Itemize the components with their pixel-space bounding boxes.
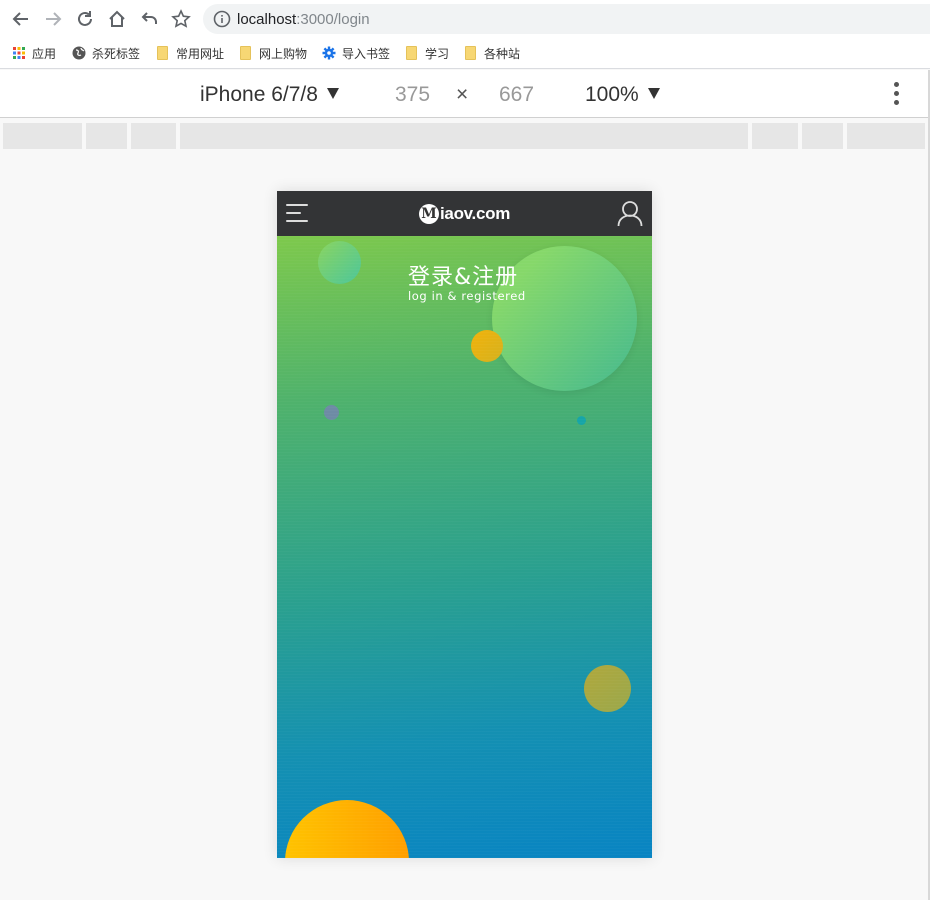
back-button[interactable]: [8, 6, 34, 32]
bookmark-common-sites[interactable]: 常用网址: [157, 42, 224, 64]
bookmark-import[interactable]: 导入书签: [322, 42, 390, 64]
logo-text: iaov.com: [440, 204, 511, 223]
media-query-segment[interactable]: [131, 123, 176, 149]
decorative-bubble: [471, 330, 503, 362]
bookmark-apps[interactable]: 应用: [12, 42, 56, 64]
bookmark-label: 常用网址: [176, 46, 225, 61]
reload-icon: [78, 11, 92, 26]
dropdown-caret-icon: [647, 88, 660, 99]
decorative-bubble: [318, 241, 361, 284]
height-input[interactable]: 667: [499, 83, 534, 107]
bookmark-various-sites[interactable]: 各种站: [465, 42, 520, 64]
decorative-bubble: [584, 665, 631, 712]
device-name: iPhone 6/7/8: [200, 83, 318, 106]
media-query-segment[interactable]: [847, 123, 925, 149]
bookmark-label: 网上购物: [259, 46, 308, 61]
star-icon: [171, 9, 191, 28]
apps-grid-icon: [13, 47, 25, 59]
forward-button[interactable]: [40, 6, 66, 32]
url-text: localhost:3000/login: [237, 11, 370, 28]
media-query-segment[interactable]: [3, 123, 82, 149]
media-query-segment[interactable]: [180, 123, 748, 149]
browser-toolbar: localhost:3000/login: [0, 0, 930, 38]
bookmark-label: 导入书签: [342, 46, 391, 61]
decorative-bubble: [492, 246, 637, 391]
folder-icon: [157, 46, 168, 60]
bookmark-shopping[interactable]: 网上购物: [240, 42, 307, 64]
address-bar[interactable]: localhost:3000/login: [203, 4, 930, 34]
page-subtitle: log in & registered: [408, 289, 526, 303]
dimension-separator: ×: [456, 83, 469, 106]
folder-icon: [465, 46, 476, 60]
media-query-segment[interactable]: [752, 123, 798, 149]
login-background: 登录&注册 log in & registered: [277, 236, 652, 858]
page-title: 登录&注册: [408, 265, 519, 290]
decorative-bubble: [285, 800, 409, 858]
globe-icon: [72, 46, 86, 60]
home-icon: [109, 10, 125, 27]
device-toolbar: iPhone 6/7/8 375 × 667 100%: [0, 70, 930, 118]
bookmark-label: 各种站: [484, 46, 521, 61]
media-query-bar: [0, 119, 930, 153]
undo-button[interactable]: [136, 6, 162, 32]
dropdown-caret-icon: [326, 88, 339, 99]
undo-icon: [141, 12, 157, 24]
bookmark-label: 应用: [32, 46, 57, 61]
zoom-value: 100%: [585, 83, 639, 106]
bookmark-label: 杀死标签: [92, 46, 141, 61]
media-query-segment[interactable]: [802, 123, 843, 149]
bookmark-star-button[interactable]: [168, 6, 194, 32]
app-header: M iaov.com: [277, 191, 652, 236]
gear-icon: [322, 46, 336, 60]
device-viewport: M iaov.com 登录&注册 log in & registered: [277, 191, 652, 858]
menu-icon[interactable]: [286, 204, 308, 223]
reload-button[interactable]: [72, 6, 98, 32]
home-button[interactable]: [104, 6, 130, 32]
folder-icon: [406, 46, 417, 60]
logo-badge: M: [419, 204, 439, 224]
media-query-segment[interactable]: [86, 123, 127, 149]
user-icon[interactable]: [617, 200, 643, 227]
folder-icon: [240, 46, 251, 60]
arrow-right-icon: [46, 12, 62, 26]
device-select[interactable]: iPhone 6/7/8: [200, 83, 339, 107]
decorative-bubble: [577, 416, 586, 425]
zoom-select[interactable]: 100%: [585, 83, 660, 107]
bookmark-label: 学习: [425, 46, 450, 61]
more-options-icon[interactable]: [892, 82, 900, 108]
site-logo[interactable]: M iaov.com: [419, 202, 510, 226]
width-input[interactable]: 375: [395, 83, 430, 107]
bookmark-study[interactable]: 学习: [406, 42, 449, 64]
decorative-bubble: [324, 405, 339, 420]
bookmarks-bar: 应用 杀死标签 常用网址 网上购物 导入书签 学习 各种站: [0, 38, 930, 69]
bookmark-kill-tabs[interactable]: 杀死标签: [72, 42, 140, 64]
arrow-left-icon: [12, 12, 28, 26]
info-icon: [213, 10, 231, 28]
